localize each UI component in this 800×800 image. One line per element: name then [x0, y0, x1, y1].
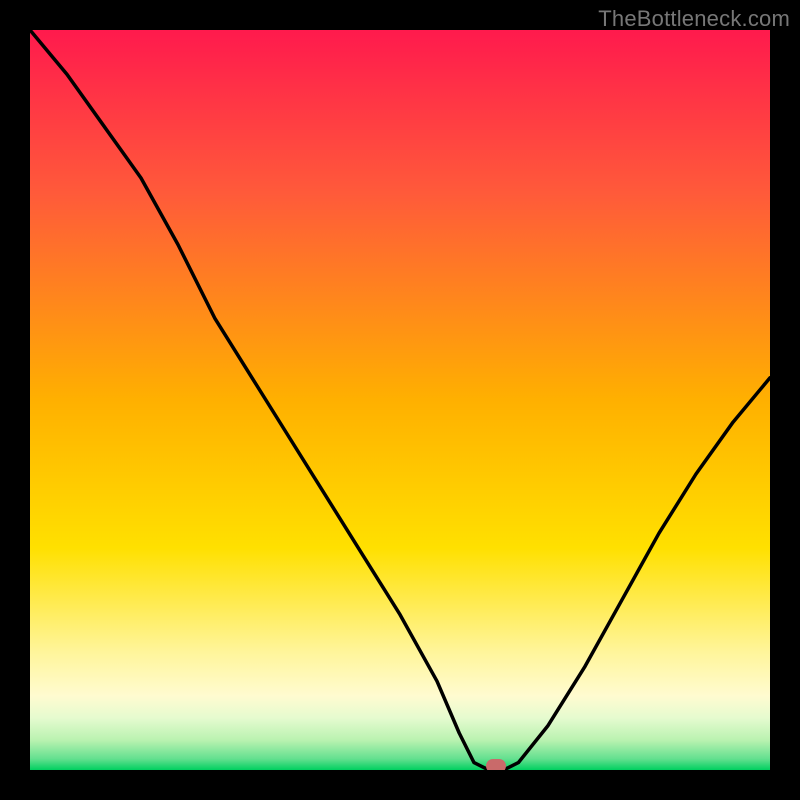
- minimum-marker: [486, 759, 506, 770]
- chart-frame: TheBottleneck.com: [0, 0, 800, 800]
- plot-area: [30, 30, 770, 770]
- bottleneck-curve: [30, 30, 770, 770]
- watermark-text: TheBottleneck.com: [598, 6, 790, 32]
